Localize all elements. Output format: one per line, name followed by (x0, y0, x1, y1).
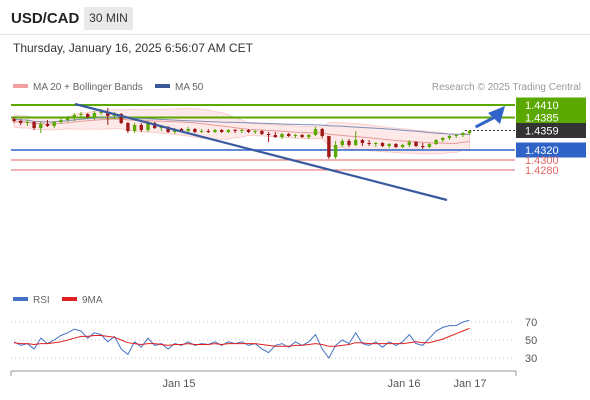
candle-body (220, 130, 224, 132)
candle-body (394, 144, 398, 147)
candle-body (32, 122, 36, 128)
candle-body (327, 136, 331, 157)
x-tick-label: Jan 15 (162, 378, 195, 390)
candle-body (354, 140, 358, 145)
candle-body (240, 130, 244, 131)
candle-body (467, 131, 472, 133)
candle-body (280, 134, 284, 137)
candle-body (333, 145, 338, 157)
rsi-legend: RSI 9MA (13, 295, 103, 306)
candle-body (313, 129, 318, 135)
candle-body (407, 142, 411, 145)
chart-canvas: MA 20 + Bollinger Bands MA 50 Research ©… (10, 82, 586, 390)
candle-body (421, 146, 425, 147)
candle-body (387, 144, 391, 146)
candle-body (86, 114, 90, 117)
rsi-tick-label: 50 (525, 335, 537, 347)
level-label: 1.4359 (525, 126, 559, 138)
candle-body (374, 143, 378, 144)
candle-body (340, 141, 344, 145)
candle-body (447, 136, 452, 138)
candle-body (260, 131, 264, 134)
candle-body (434, 140, 438, 144)
x-tick-label: Jan 17 (453, 378, 486, 390)
candle-body (461, 133, 465, 135)
candle-body (72, 115, 76, 118)
candle-body (441, 138, 445, 140)
candle-body (139, 125, 143, 130)
rsi-ma-line (13, 327, 470, 347)
candle-body (79, 114, 83, 115)
candle-body (266, 134, 271, 135)
candle-body (273, 135, 277, 137)
candle-body (347, 141, 351, 145)
rsi-legend-label: RSI (33, 295, 50, 306)
rsi-panel: 70 50 30 (11, 317, 537, 365)
rsi-tick-label: 30 (525, 353, 537, 365)
candle-body (246, 130, 251, 132)
candle-body (320, 129, 324, 136)
rsi-line (13, 319, 470, 359)
candle-body (59, 120, 63, 122)
candle-body (193, 129, 197, 132)
candle-body (52, 122, 56, 126)
candle-body (126, 123, 130, 131)
level-labels: 1.44101.43851.43591.43201.43001.4280 (516, 97, 586, 177)
level-label: 1.4385 (525, 113, 559, 125)
x-tick-label: Jan 16 (387, 378, 420, 390)
level-label: 1.4280 (525, 165, 559, 177)
candle-body (186, 129, 190, 131)
candle-body (45, 124, 50, 126)
candle-body (213, 130, 217, 132)
candle-body (287, 134, 291, 136)
candle-body (307, 135, 311, 137)
candle-body (414, 142, 418, 146)
candle-body (427, 144, 432, 147)
candle-body (226, 130, 231, 132)
candle-body (253, 131, 257, 132)
rsi-ma-legend-label: 9MA (82, 295, 103, 306)
candle-body (39, 124, 43, 128)
candle-body (65, 118, 70, 120)
candle-body (360, 140, 365, 143)
candle-body (199, 131, 204, 132)
candle-body (293, 135, 298, 136)
candle-body (25, 122, 30, 123)
candle-body (300, 135, 304, 137)
candle-body (206, 131, 210, 132)
ma20-legend-label: MA 20 + Bollinger Bands (33, 82, 143, 93)
ma50-legend-label: MA 50 (175, 82, 204, 93)
candle-body (12, 119, 16, 121)
copyright-text: Research © 2025 Trading Central (432, 82, 581, 93)
candle-body (380, 143, 385, 146)
candle-body (233, 130, 237, 131)
rsi-tick-label: 70 (525, 317, 537, 329)
candle-body (400, 145, 405, 147)
candle-body (19, 121, 23, 123)
candle-body (92, 113, 97, 117)
candle-body (454, 135, 458, 136)
candle-body (367, 143, 371, 144)
main-legend: MA 20 + Bollinger Bands MA 50 (13, 82, 204, 93)
forecast-arrow-head (488, 106, 505, 124)
candle-body (132, 125, 137, 131)
